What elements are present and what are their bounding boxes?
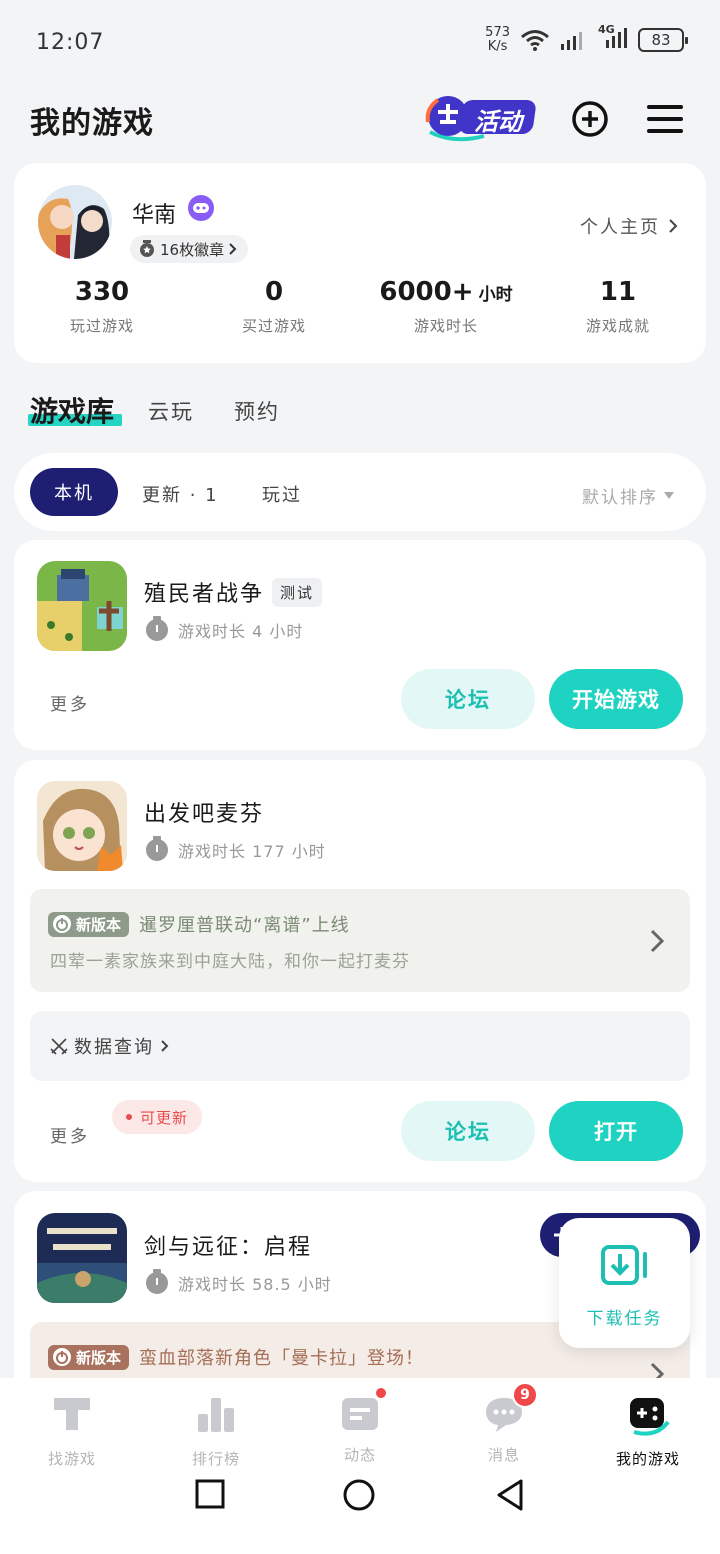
playtime: 游戏时长 177 小时 bbox=[146, 836, 326, 862]
sort-dropdown[interactable]: 默认排序 bbox=[582, 483, 674, 508]
power-icon bbox=[53, 1348, 71, 1366]
chevron-right-icon bbox=[161, 1040, 169, 1052]
badges-chip[interactable]: 16枚徽章 bbox=[130, 235, 249, 263]
stopwatch-icon bbox=[146, 616, 168, 641]
nav-my-games[interactable]: 我的游戏 bbox=[576, 1392, 720, 1469]
start-game-button[interactable]: 开始游戏 bbox=[549, 669, 683, 729]
nav-feed[interactable]: 动态 bbox=[288, 1386, 432, 1465]
colony-war-icon bbox=[37, 561, 127, 651]
update-available-tag: 可更新 bbox=[112, 1100, 203, 1134]
news-title: 蛮血部落新角色「曼卡拉」登场！ bbox=[139, 1348, 425, 1369]
signal-4g: 4G bbox=[598, 23, 628, 53]
more-button[interactable]: 更多 bbox=[50, 1122, 90, 1147]
signal-icon bbox=[561, 32, 582, 50]
home-button[interactable] bbox=[342, 1478, 376, 1512]
game-title: 剑与远征：启程 bbox=[144, 1235, 313, 1260]
open-game-button[interactable]: 打开 bbox=[549, 1101, 683, 1161]
filter-updates[interactable]: 更新 · 1 bbox=[142, 481, 219, 507]
hamburger-menu-icon[interactable] bbox=[645, 99, 685, 139]
nav-ranking[interactable]: 排行榜 bbox=[144, 1392, 288, 1469]
profile-card: 华南 16枚徽章 个人主页 330 玩过游戏 0 买过游戏 6000+ 小时 游… bbox=[14, 163, 706, 363]
stat-playtime[interactable]: 6000+ 小时 游戏时长 bbox=[360, 277, 532, 336]
playtime: 游戏时长 58.5 小时 bbox=[146, 1269, 332, 1295]
avatar[interactable] bbox=[38, 185, 112, 259]
crossed-swords-icon bbox=[50, 1038, 68, 1055]
message-count-badge: 9 bbox=[512, 1382, 538, 1408]
forum-button[interactable]: 论坛 bbox=[401, 669, 535, 729]
stopwatch-icon bbox=[146, 1269, 168, 1294]
muffin-icon bbox=[37, 781, 127, 871]
new-version-tag: 新版本 bbox=[48, 911, 130, 937]
stat-played[interactable]: 330 玩过游戏 bbox=[16, 277, 188, 336]
game-icon[interactable] bbox=[37, 781, 127, 871]
stat-achievements[interactable]: 11 游戏成就 bbox=[532, 277, 704, 336]
stopwatch-icon bbox=[146, 836, 168, 861]
game-icon[interactable] bbox=[37, 561, 127, 651]
caret-down-icon bbox=[664, 491, 674, 499]
back-button[interactable] bbox=[494, 1478, 526, 1512]
gamepad-badge-icon bbox=[188, 195, 214, 221]
download-tasks-button[interactable]: 下载任务 bbox=[559, 1218, 690, 1348]
power-icon bbox=[53, 915, 71, 933]
bottom-nav: 找游戏 排行榜 动态 9 消息 我的游戏 bbox=[0, 1378, 720, 1554]
tab-reservation[interactable]: 预约 bbox=[234, 396, 280, 426]
forum-button[interactable]: 论坛 bbox=[401, 1101, 535, 1161]
message-icon: 9 bbox=[482, 1382, 538, 1436]
news-subtitle: 四荤一素家族来到中庭大陆，和你一起打麦芬 bbox=[50, 952, 410, 972]
battery-indicator: 83 bbox=[638, 28, 688, 52]
chevron-right-icon bbox=[669, 219, 678, 233]
news-banner[interactable]: 新版本 暹罗厘普联动“离谱”上线 四荤一素家族来到中庭大陆，和你一起打麦芬 bbox=[30, 889, 690, 992]
wifi-icon bbox=[521, 30, 549, 51]
filter-local[interactable]: 本机 bbox=[30, 468, 118, 516]
activity-button[interactable]: 活动 bbox=[424, 92, 540, 144]
chevron-right-icon bbox=[229, 243, 237, 255]
download-tasks-label: 下载任务 bbox=[586, 1309, 663, 1329]
new-version-tag: 新版本 bbox=[48, 1344, 130, 1370]
feed-icon bbox=[338, 1386, 388, 1436]
data-query-button[interactable]: 数据查询 bbox=[30, 1011, 690, 1081]
username: 华南 bbox=[132, 203, 177, 228]
news-title: 暹罗厘普联动“离谱”上线 bbox=[139, 915, 350, 936]
medal-icon bbox=[140, 240, 154, 257]
tab-game-library[interactable]: 游戏库 bbox=[30, 390, 114, 430]
homepage-link[interactable]: 个人主页 bbox=[580, 213, 678, 239]
playtime: 游戏时长 4 小时 bbox=[146, 616, 303, 642]
download-icon bbox=[601, 1245, 647, 1285]
game-card[interactable]: 殖民者战争 测试 游戏时长 4 小时 更多 论坛 开始游戏 bbox=[14, 540, 706, 750]
recent-apps-button[interactable] bbox=[194, 1478, 226, 1510]
game-title: 出发吧麦芬 bbox=[144, 802, 265, 827]
tab-cloud-play[interactable]: 云玩 bbox=[148, 396, 194, 426]
news-header: 新版本 蛮血部落新角色「曼卡拉」登场！ bbox=[48, 1344, 424, 1370]
status-bar: 12:07 573 K/s 4G 83 bbox=[0, 0, 720, 80]
notification-dot bbox=[374, 1386, 388, 1400]
game-icon[interactable] bbox=[37, 1213, 127, 1303]
avatar-image bbox=[38, 185, 112, 259]
nav-messages[interactable]: 9 消息 bbox=[432, 1382, 576, 1465]
afk-journey-icon bbox=[37, 1213, 127, 1303]
page-title: 我的游戏 bbox=[30, 106, 154, 141]
plus-circle-icon[interactable] bbox=[570, 99, 610, 139]
ranking-icon bbox=[198, 1398, 234, 1432]
chevron-right-icon bbox=[650, 929, 664, 953]
test-tag: 测试 bbox=[272, 577, 323, 607]
filter-bar: 本机 更新 · 1 玩过 默认排序 bbox=[14, 453, 706, 531]
status-icons: 573 K/s 4G 83 bbox=[485, 23, 688, 54]
more-button[interactable]: 更多 bbox=[50, 690, 90, 715]
net-speed: 573 K/s bbox=[485, 25, 510, 54]
find-game-icon bbox=[54, 1398, 90, 1430]
my-games-icon bbox=[630, 1398, 670, 1436]
news-header: 新版本 暹罗厘普联动“离谱”上线 bbox=[48, 911, 350, 937]
clock-time: 12:07 bbox=[36, 30, 105, 55]
nav-find-game[interactable]: 找游戏 bbox=[0, 1392, 144, 1469]
game-title: 殖民者战争 测试 bbox=[144, 576, 323, 608]
stat-bought[interactable]: 0 买过游戏 bbox=[188, 277, 360, 336]
game-card[interactable]: 出发吧麦芬 游戏时长 177 小时 新版本 暹罗厘普联动“离谱”上线 四荤一素家… bbox=[14, 760, 706, 1182]
filter-played[interactable]: 玩过 bbox=[262, 481, 302, 507]
